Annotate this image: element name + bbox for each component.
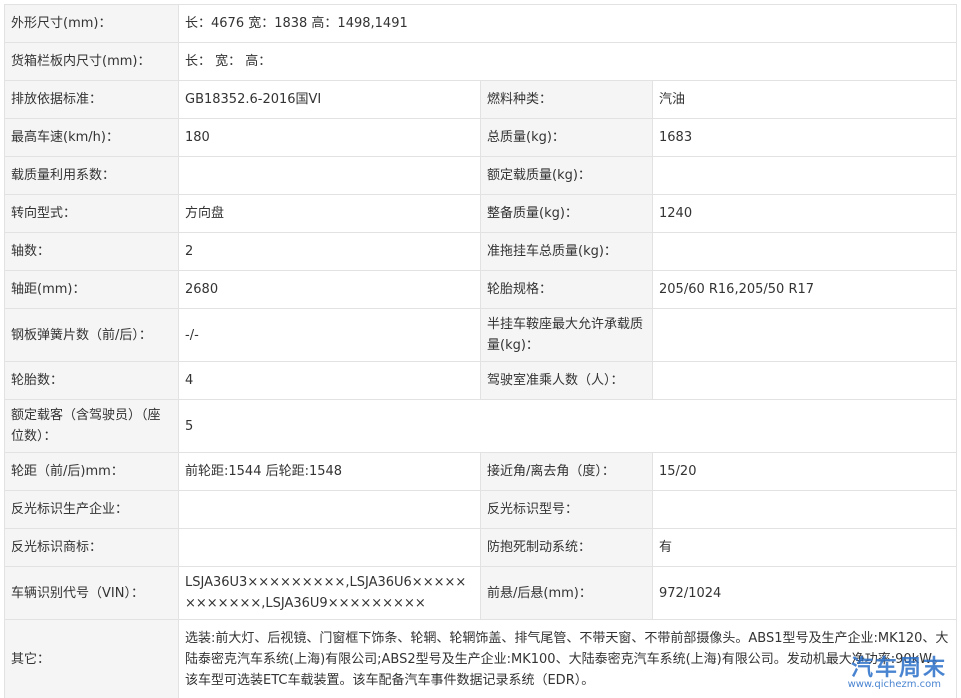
- value-rated-load: [652, 156, 957, 195]
- value-max-speed: 180: [178, 118, 481, 157]
- label-rated-load: 额定载质量(kg)：: [480, 156, 653, 195]
- label-reflector-maker: 反光标识生产企业：: [4, 490, 179, 529]
- label-reflector-brand: 反光标识商标：: [4, 528, 179, 567]
- value-reflector-brand: [178, 528, 481, 567]
- value-leaf-springs: -/-: [178, 308, 481, 362]
- value-axle-count: 2: [178, 232, 481, 271]
- value-exterior-size: 长：4676 宽：1838 高：1498,1491: [178, 4, 957, 43]
- label-load-utilization: 载质量利用系数：: [4, 156, 179, 195]
- value-cab-passengers: [652, 361, 957, 400]
- value-tire-count: 4: [178, 361, 481, 400]
- label-reflector-model: 反光标识型号：: [480, 490, 653, 529]
- label-cab-passengers: 驾驶室准乘人数（人）：: [480, 361, 653, 400]
- value-vin: LSJA36U3×××××××××,LSJA36U6××××××××××××,L…: [178, 566, 481, 620]
- table-row: 外形尺寸(mm)： 长：4676 宽：1838 高：1498,1491: [4, 4, 957, 43]
- label-saddle-load: 半挂车鞍座最大允许承载质量(kg)：: [480, 308, 653, 362]
- value-saddle-load: [652, 308, 957, 362]
- label-fuel-type: 燃料种类：: [480, 80, 653, 119]
- value-tire-spec: 205/60 R16,205/50 R17: [652, 270, 957, 309]
- label-abs: 防抱死制动系统：: [480, 528, 653, 567]
- value-track-width: 前轮距:1544 后轮距:1548: [178, 452, 481, 491]
- value-cargo-box-size: 长： 宽： 高：: [178, 42, 957, 81]
- label-emission-standard: 排放依据标准：: [4, 80, 179, 119]
- table-row: 额定载客（含驾驶员）（座位数）： 5: [4, 399, 957, 453]
- label-tire-count: 轮胎数：: [4, 361, 179, 400]
- label-steering-type: 转向型式：: [4, 194, 179, 233]
- label-rated-seats: 额定载客（含驾驶员）（座位数）：: [4, 399, 179, 453]
- label-axle-count: 轴数：: [4, 232, 179, 271]
- label-overhang: 前悬/后悬(mm)：: [480, 566, 653, 620]
- label-max-speed: 最高车速(km/h)：: [4, 118, 179, 157]
- label-curb-mass: 整备质量(kg)：: [480, 194, 653, 233]
- value-approach-departure: 15/20: [652, 452, 957, 491]
- label-total-mass: 总质量(kg)：: [480, 118, 653, 157]
- label-other: 其它：: [4, 619, 179, 698]
- value-abs: 有: [652, 528, 957, 567]
- value-wheelbase: 2680: [178, 270, 481, 309]
- table-row: 反光标识商标： 防抱死制动系统： 有: [4, 528, 957, 567]
- label-approach-departure: 接近角/离去角（度）：: [480, 452, 653, 491]
- value-curb-mass: 1240: [652, 194, 957, 233]
- table-row: 载质量利用系数： 额定载质量(kg)：: [4, 156, 957, 195]
- table-row: 车辆识别代号（VIN）： LSJA36U3×××××××××,LSJA36U6×…: [4, 566, 957, 620]
- value-trailer-mass: [652, 232, 957, 271]
- table-row: 轴距(mm)： 2680 轮胎规格： 205/60 R16,205/50 R17: [4, 270, 957, 309]
- value-rated-seats: 5: [178, 399, 957, 453]
- table-row: 轮胎数： 4 驾驶室准乘人数（人）：: [4, 361, 957, 400]
- table-row: 货箱栏板内尺寸(mm)： 长： 宽： 高：: [4, 42, 957, 81]
- value-fuel-type: 汽油: [652, 80, 957, 119]
- value-reflector-maker: [178, 490, 481, 529]
- label-trailer-mass: 准拖挂车总质量(kg)：: [480, 232, 653, 271]
- label-vin: 车辆识别代号（VIN）：: [4, 566, 179, 620]
- table-row: 其它： 选装:前大灯、后视镜、门窗框下饰条、轮辋、轮辋饰盖、排气尾管、不带天窗、…: [4, 619, 957, 698]
- value-steering-type: 方向盘: [178, 194, 481, 233]
- label-tire-spec: 轮胎规格：: [480, 270, 653, 309]
- value-emission-standard: GB18352.6-2016国VI: [178, 80, 481, 119]
- table-row: 排放依据标准： GB18352.6-2016国VI 燃料种类： 汽油: [4, 80, 957, 119]
- label-cargo-box-size: 货箱栏板内尺寸(mm)：: [4, 42, 179, 81]
- table-row: 转向型式： 方向盘 整备质量(kg)： 1240: [4, 194, 957, 233]
- value-total-mass: 1683: [652, 118, 957, 157]
- label-wheelbase: 轴距(mm)：: [4, 270, 179, 309]
- value-reflector-model: [652, 490, 957, 529]
- label-exterior-size: 外形尺寸(mm)：: [4, 4, 179, 43]
- table-row: 轴数： 2 准拖挂车总质量(kg)：: [4, 232, 957, 271]
- spec-table: 外形尺寸(mm)： 长：4676 宽：1838 高：1498,1491 货箱栏板…: [4, 4, 957, 698]
- table-row: 轮距（前/后)mm： 前轮距:1544 后轮距:1548 接近角/离去角（度）：…: [4, 452, 957, 491]
- table-row: 最高车速(km/h)： 180 总质量(kg)： 1683: [4, 118, 957, 157]
- table-row: 反光标识生产企业： 反光标识型号：: [4, 490, 957, 529]
- table-row: 钢板弹簧片数（前/后）： -/- 半挂车鞍座最大允许承载质量(kg)：: [4, 308, 957, 362]
- value-other: 选装:前大灯、后视镜、门窗框下饰条、轮辋、轮辋饰盖、排气尾管、不带天窗、不带前部…: [178, 619, 957, 698]
- value-overhang: 972/1024: [652, 566, 957, 620]
- label-leaf-springs: 钢板弹簧片数（前/后）：: [4, 308, 179, 362]
- label-track-width: 轮距（前/后)mm：: [4, 452, 179, 491]
- value-load-utilization: [178, 156, 481, 195]
